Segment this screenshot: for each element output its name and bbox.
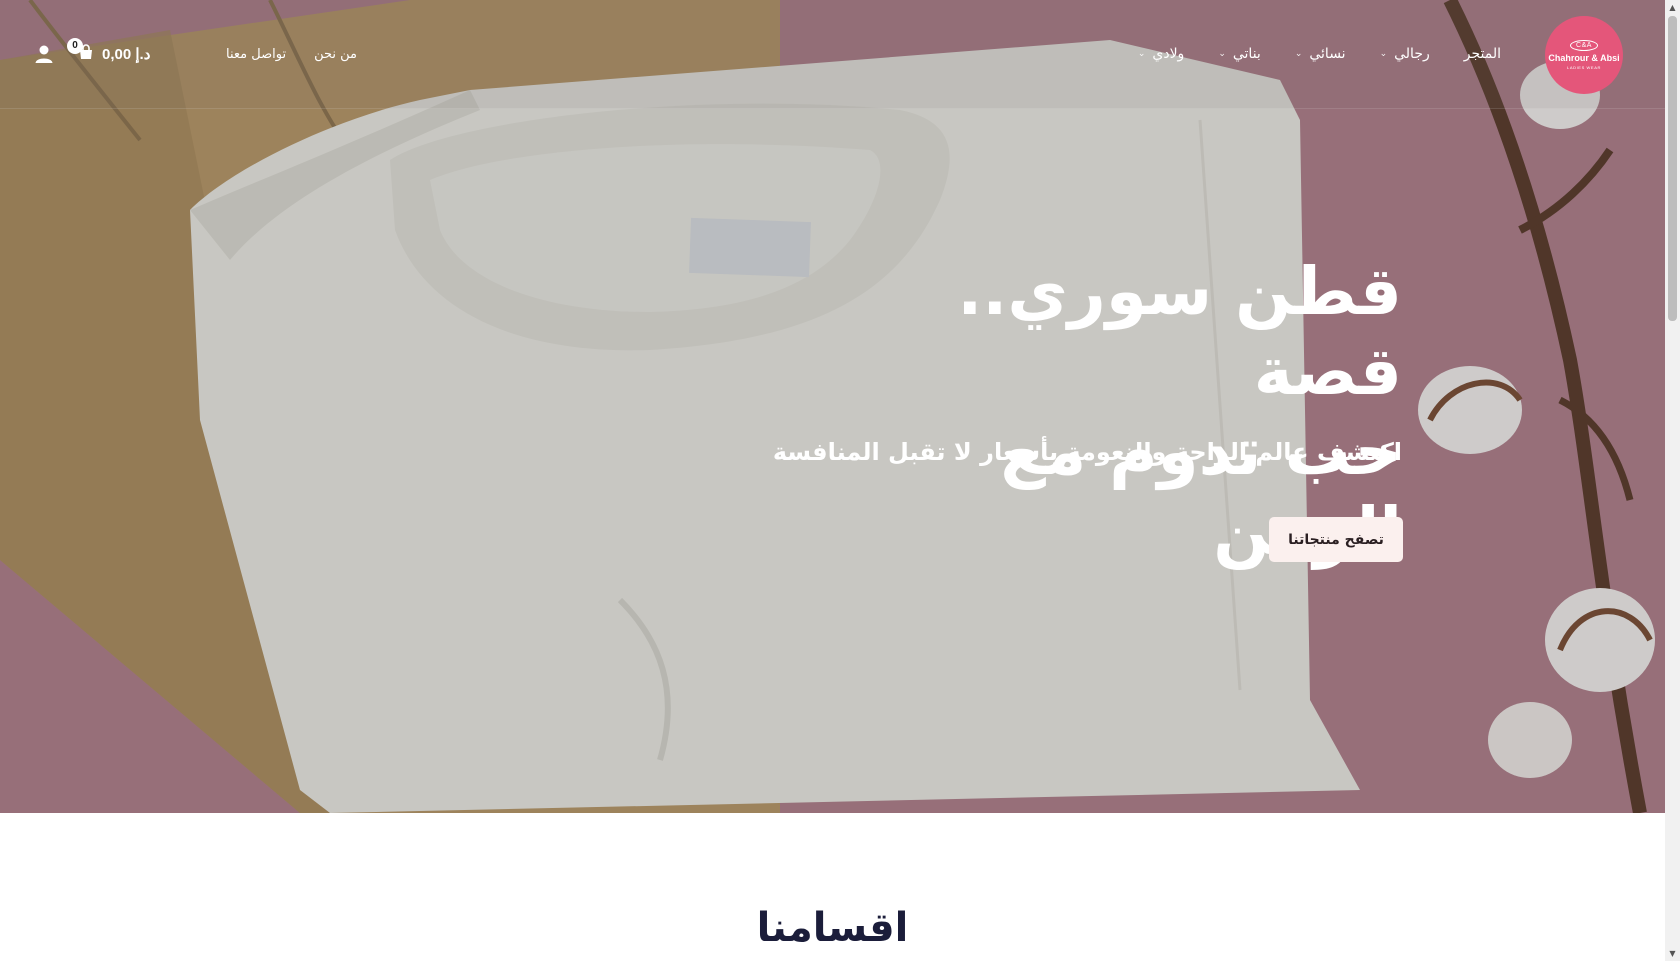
hero-overlay [0,0,1665,813]
nav-item-men[interactable]: رجالي ⌄ [1380,46,1430,62]
hero-banner [0,0,1665,813]
logo-tagline: LADIES WEAR [1567,65,1601,70]
chevron-down-icon: ⌄ [1218,49,1226,59]
nav-item-label: المتجر [1463,46,1501,62]
cart-count-badge: 0 [67,38,83,54]
cart-total: 0,00 د.إ [102,46,151,63]
scrollbar-thumb[interactable] [1668,16,1677,321]
hero-subtitle: اكتشف عالم الراحة والنعومة بأسعار لا تقب… [772,438,1402,466]
nav-item-about[interactable]: من نحن [314,47,357,62]
brand-logo[interactable]: C&A Chahrour & Absi LADIES WEAR [1545,16,1623,94]
categories-section-title: اقسامنا [756,905,909,951]
logo-brand-name: Chahrour & Absi [1548,53,1620,63]
scroll-up-icon[interactable]: ▲ [1665,0,1680,15]
nav-item-label: بناتي [1232,46,1261,62]
shopping-bag-icon: 0 [67,38,94,64]
page-scrollbar[interactable]: ▲ ▼ [1665,0,1680,961]
nav-item-boys[interactable]: ولادي ⌄ [1138,46,1184,62]
logo-monogram: C&A [1570,40,1598,51]
nav-item-store[interactable]: المتجر [1464,46,1501,62]
user-icon[interactable] [34,44,54,64]
cart-button[interactable]: 0 0,00 د.إ [67,38,151,68]
chevron-down-icon: ⌄ [1137,49,1146,59]
chevron-down-icon: ⌄ [1379,49,1388,59]
site-header: C&A Chahrour & Absi LADIES WEAR المتجر ر… [0,0,1665,109]
scroll-down-icon[interactable]: ▼ [1665,946,1680,961]
nav-item-label: ولادي [1152,46,1185,62]
nav-item-contact[interactable]: تواصل معنا [226,47,286,62]
nav-item-label: نسائي [1309,46,1346,62]
hero-title-line-1: قطن سوري.. قصة [957,253,1402,410]
nav-item-women[interactable]: نسائي ⌄ [1295,46,1346,62]
nav-item-girls[interactable]: بناتي ⌄ [1218,46,1261,62]
chevron-down-icon: ⌄ [1294,49,1303,59]
nav-item-label: رجالي [1394,46,1430,62]
secondary-navigation: من نحن تواصل معنا [198,0,357,108]
main-navigation: المتجر رجالي ⌄ نسائي ⌄ بناتي ⌄ ولادي ⌄ [1104,0,1501,108]
browse-products-button[interactable]: تصفح منتجاتنا [1269,517,1403,562]
